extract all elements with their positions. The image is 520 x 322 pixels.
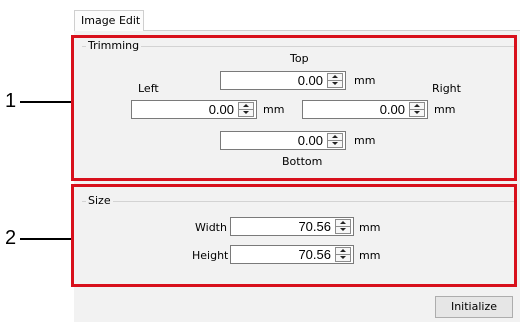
callout-number-1: 1 — [5, 90, 17, 112]
initialize-label: Initialize — [450, 300, 498, 313]
tab-image-edit[interactable]: Image Edit — [74, 10, 144, 31]
tab-strip-divider — [144, 30, 520, 31]
initialize-button[interactable]: Initialize — [435, 296, 513, 318]
callout-leader-1 — [20, 101, 71, 103]
callout-number-2: 2 — [5, 227, 17, 249]
callout-leader-2 — [20, 238, 71, 240]
callout-frame-2 — [71, 184, 517, 287]
callout-frame-1 — [71, 35, 517, 181]
tab-label: Image Edit — [81, 14, 141, 27]
